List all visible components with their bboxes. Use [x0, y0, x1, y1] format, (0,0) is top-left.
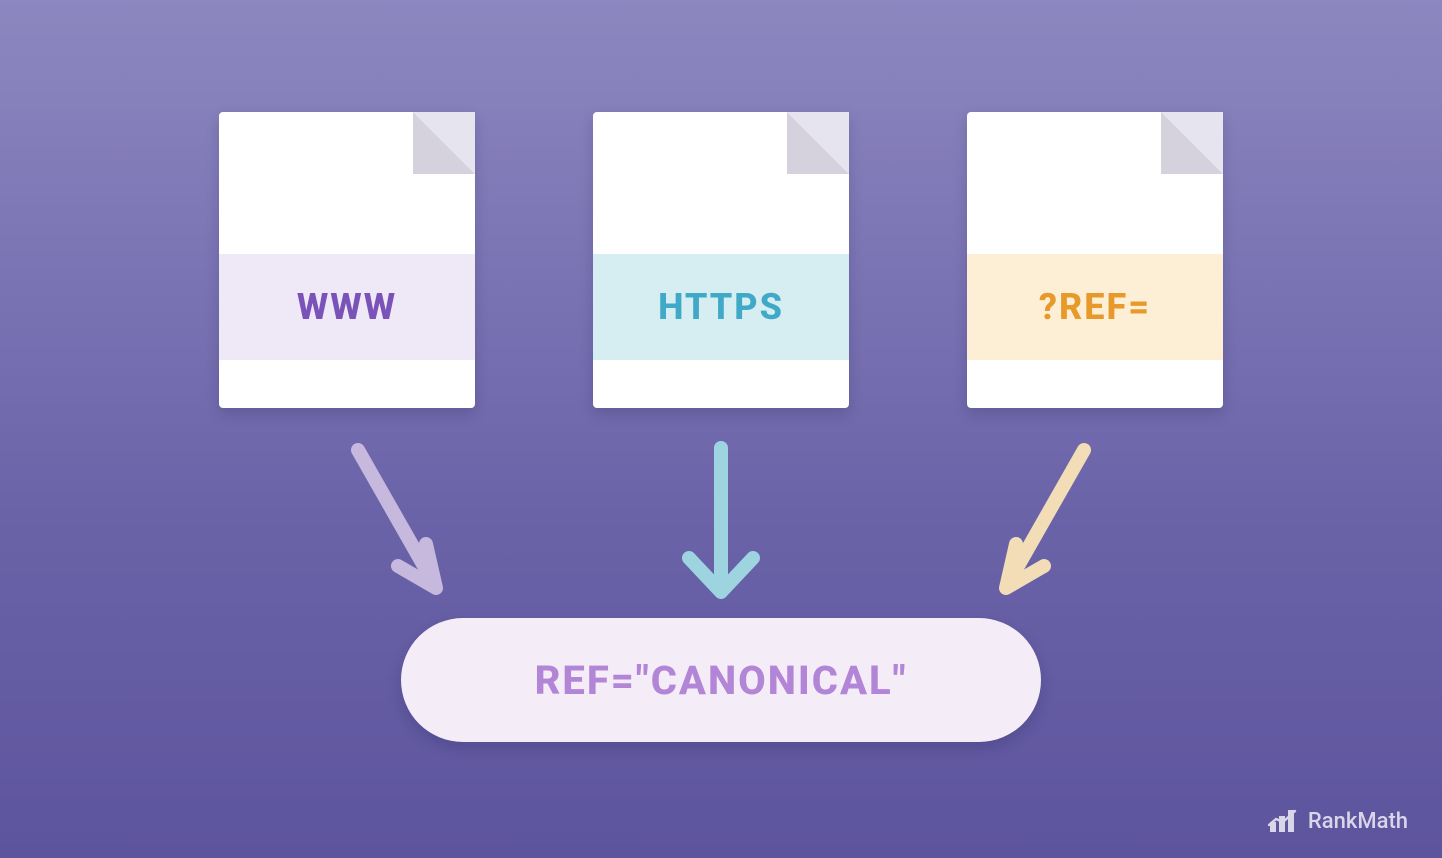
rankmath-logo-icon	[1268, 808, 1298, 834]
doc-label-www: WWW	[219, 254, 475, 360]
doc-card-ref: ?REF=	[967, 112, 1223, 408]
doc-label-https: HTTPS	[593, 254, 849, 360]
page-fold-icon	[1161, 112, 1223, 174]
arrows-row	[0, 440, 1442, 610]
doc-card-www: WWW	[219, 112, 475, 408]
page-fold-icon	[787, 112, 849, 174]
doc-label-ref: ?REF=	[967, 254, 1223, 360]
arrow-left-icon	[328, 440, 468, 610]
brand-watermark: RankMath	[1268, 808, 1408, 834]
canonical-pill: REF="CANONICAL"	[401, 618, 1041, 742]
page-fold-icon	[413, 112, 475, 174]
documents-row: WWW HTTPS ?REF=	[0, 112, 1442, 408]
arrow-right-icon	[974, 440, 1114, 610]
canonical-label: REF="CANONICAL"	[535, 657, 908, 704]
arrow-center-icon	[671, 440, 771, 610]
brand-name: RankMath	[1308, 809, 1408, 834]
doc-card-https: HTTPS	[593, 112, 849, 408]
